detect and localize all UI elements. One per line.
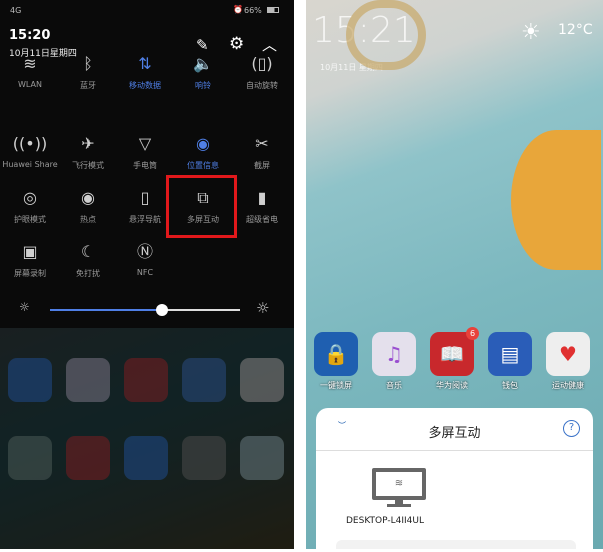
wifi-icon: ≋ [23,54,37,73]
device-item[interactable]: ≋ DESKTOP-L4II4UL [346,460,446,530]
tile-label: 屏幕录制 [14,269,46,278]
dimmed-app-icon [182,358,226,402]
tile-label: 热点 [80,215,96,224]
home-screen: 15:21 10月11日 星期四 ☀ 12°C 🔒 一键锁屏 ♫ 音乐 📖 6 华为阅读 ▤ 钱… [306,0,603,549]
tile-huawei-share[interactable]: ((•)) Huawei Share [1,134,59,169]
tile-label: 移动数据 [129,81,161,90]
dimmed-app-icon [124,436,168,480]
dimmed-app-icon [240,358,284,402]
time: 15:20 [9,28,51,43]
tile-label: 手电筒 [133,161,157,170]
dimmed-app-icon [240,436,284,480]
eye-icon: ◎ [23,188,37,207]
tile-label: 响铃 [195,81,211,90]
tile-label: Huawei Share [2,160,58,169]
tile-flashlight[interactable]: ▽ 手电筒 [116,134,174,171]
app-label: 一键锁屏 [320,381,352,390]
tile-location[interactable]: ◉ 位置信息 [174,134,232,171]
list-area [336,540,576,549]
location-icon: ◉ [196,134,210,153]
divider [316,450,593,451]
rope-decoration [346,0,426,70]
screen-record-icon: ▣ [22,242,38,261]
tile-bluetooth[interactable]: ᛒ 蓝牙 [59,54,117,91]
tile-label: 位置信息 [187,161,219,170]
dimmed-app-icon [8,436,52,480]
tile-sound[interactable]: 🔈 响铃 [174,54,232,91]
huawei-share-icon: ((•)) [12,134,48,153]
tile-label: 截屏 [254,161,270,170]
dimmed-app-icon [8,358,52,402]
brightness-slider[interactable] [50,304,240,316]
tile-label: 自动旋转 [246,81,278,90]
app-label: 音乐 [386,381,402,390]
screenshot-icon: ✂ [255,134,269,153]
signal-icon: 4G [10,6,22,15]
app-label: 运动健康 [552,381,584,390]
flashlight-icon: ▽ [138,134,152,153]
highlight-box [166,175,237,238]
monitor-wifi-icon: ≋ [372,468,426,500]
tile-label: 护眼模式 [14,215,46,224]
tile-screen-record[interactable]: ▣ 屏幕录制 [1,242,59,279]
moon-icon: ☾ [80,242,96,261]
app-icon[interactable]: 🔒 [314,332,358,376]
mobile-data-icon: ⇅ [138,54,152,73]
app-icon[interactable]: 📖 [430,332,474,376]
bluetooth-icon: ᛒ [83,54,93,73]
device-name: DESKTOP-L4II4UL [346,516,424,526]
app-icon[interactable]: ♥ [546,332,590,376]
tile-nfc[interactable]: Ⓝ NFC [116,242,174,277]
rotate-icon: (▯) [251,54,273,73]
tile-label: 蓝牙 [80,81,96,90]
weather-temp: 12°C [558,22,593,38]
sound-icon: 🔈 [193,54,213,73]
tile-label: NFC [136,268,154,277]
tile-hotspot[interactable]: ◉ 热点 [59,188,117,225]
tile-airplane[interactable]: ✈ 飞行模式 [59,134,117,171]
alarm-icon: ⏰ [233,5,243,14]
dimmed-home-screen [0,328,294,549]
airplane-icon: ✈ [81,134,95,153]
notification-badge: 6 [466,327,479,340]
gear-icon[interactable]: ⚙ [229,34,244,54]
tile-mobile-data[interactable]: ⇅ 移动数据 [116,54,174,91]
brightness-low-icon: ☼ [19,300,30,314]
tile-label: WLAN [17,80,42,89]
brightness-knob[interactable] [156,304,169,316]
sheet-title: 多屏互动 [428,426,481,441]
tile-label: 飞行模式 [72,161,104,170]
notification-panel: 4G ⏰ 66% 15:20 10月11日星期四 ✎ ⚙ ︿ ≋ WLAN ᛒ 蓝牙 ⇅… [0,0,294,549]
help-icon[interactable]: ? [563,420,580,437]
tile-moon[interactable]: ☾ 免打扰 [59,242,117,279]
dimmed-app-icon [66,436,110,480]
edit-icon[interactable]: ✎ [196,36,209,54]
battery-saver-icon: ▮ [257,188,267,207]
app-label: 华为阅读 [436,381,468,390]
chevron-up-icon[interactable]: ︿ [262,34,277,55]
tile-eye[interactable]: ◎ 护眼模式 [1,188,59,225]
app-icon[interactable]: ♫ [372,332,416,376]
tile-label: 超级省电 [246,215,278,224]
tile-rotate[interactable]: (▯) 自动旋转 [233,54,291,91]
dimmed-app-icon [66,358,110,402]
dimmed-app-icon [124,358,168,402]
dimmed-app-icon [182,436,226,480]
tile-label: 免打扰 [76,269,100,278]
battery-icon [267,7,279,13]
brightness-fill [50,309,163,311]
tile-battery-saver[interactable]: ▮ 超级省电 [233,188,291,225]
battery-level: 66% [244,6,262,15]
app-label: 钱包 [502,381,518,390]
wallpaper-shape [511,130,601,270]
brightness-high-icon: ☼ [256,299,270,317]
multi-screen-sheet: ︶ 多屏互动 ? ≋ DESKTOP-L4II4UL [316,408,593,549]
hotspot-icon: ◉ [81,188,95,207]
nfc-icon: Ⓝ [136,242,153,261]
tile-screenshot[interactable]: ✂ 截屏 [233,134,291,171]
app-icon[interactable]: ▤ [488,332,532,376]
tile-wifi[interactable]: ≋ WLAN [1,54,59,89]
sun-icon: ☀ [521,20,541,45]
